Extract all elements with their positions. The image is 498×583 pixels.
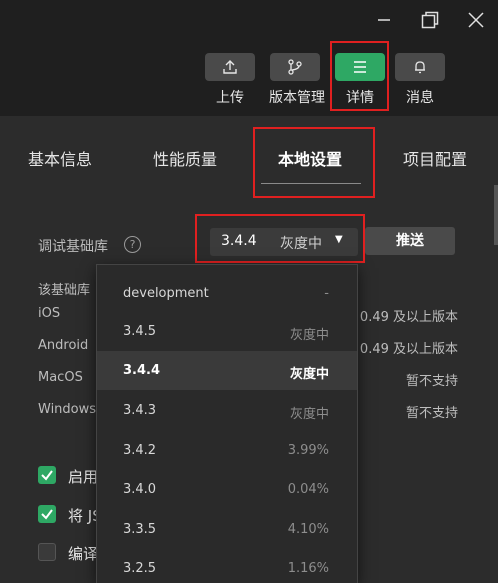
title-bar: 上传 版本管理 详情 消息 (0, 0, 498, 116)
caret-down-icon: ▼ (335, 234, 343, 245)
version-management-button[interactable]: 版本管理 (269, 53, 325, 107)
checkbox-js[interactable] (38, 505, 56, 523)
tab-basic-info[interactable]: 基本信息 (28, 146, 92, 170)
checkbox-compile[interactable] (38, 543, 56, 561)
checkmark-icon (41, 470, 53, 481)
debug-lib-label: 调试基础库 (38, 239, 108, 255)
dropdown-option[interactable]: 3.2.5 1.16% (97, 549, 357, 583)
dropdown-option[interactable]: 3.4.3 灰度中 (97, 391, 357, 430)
details-button[interactable]: 详情 (334, 53, 386, 107)
branch-icon (270, 53, 320, 81)
details-label: 详情 (346, 90, 374, 106)
active-tab-indicator (261, 183, 361, 184)
restore-icon[interactable] (418, 8, 442, 32)
tab-bar: 基本信息 性能质量 本地设置 项目配置 (0, 116, 498, 196)
selected-version: 3.4.4 (221, 233, 257, 249)
checkbox-enable[interactable] (38, 466, 56, 484)
dropdown-option[interactable]: 3.4.0 0.04% (97, 470, 357, 509)
checkmark-icon (41, 509, 53, 520)
help-icon[interactable]: ? (124, 236, 141, 253)
version-management-label: 版本管理 (269, 90, 325, 106)
scrollbar-thumb[interactable] (494, 185, 498, 245)
messages-label: 消息 (406, 90, 434, 106)
minimize-icon[interactable] (372, 8, 396, 32)
close-icon[interactable] (464, 8, 488, 32)
push-button[interactable]: 推送 (365, 227, 455, 255)
checkbox-label: 启用 (68, 468, 99, 486)
upload-icon (205, 53, 255, 81)
tab-performance[interactable]: 性能质量 (153, 146, 217, 170)
selected-status: 灰度中 (280, 236, 322, 252)
dropdown-option[interactable]: 3.3.5 4.10% (97, 510, 357, 549)
dropdown-option[interactable]: 3.4.2 3.99% (97, 431, 357, 470)
bell-icon (395, 53, 445, 81)
dropdown-option[interactable]: 3.4.5 灰度中 (97, 312, 357, 351)
upload-label: 上传 (216, 90, 244, 106)
tab-local-settings[interactable]: 本地设置 (278, 146, 342, 170)
upload-button[interactable]: 上传 (204, 53, 256, 107)
tab-project-config[interactable]: 项目配置 (403, 146, 467, 170)
dropdown-option[interactable]: development - (97, 274, 357, 313)
checkbox-label: 编译 (68, 545, 99, 563)
messages-button[interactable]: 消息 (394, 53, 446, 107)
version-dropdown: development - 3.4.5 灰度中 3.4.4 灰度中 3.4.3 灰度中 … (96, 264, 358, 583)
dropdown-option-selected[interactable]: 3.4.4 灰度中 (97, 351, 357, 390)
lib-version-select[interactable]: 3.4.4 灰度中 ▼ (210, 228, 358, 256)
menu-icon (335, 53, 385, 81)
